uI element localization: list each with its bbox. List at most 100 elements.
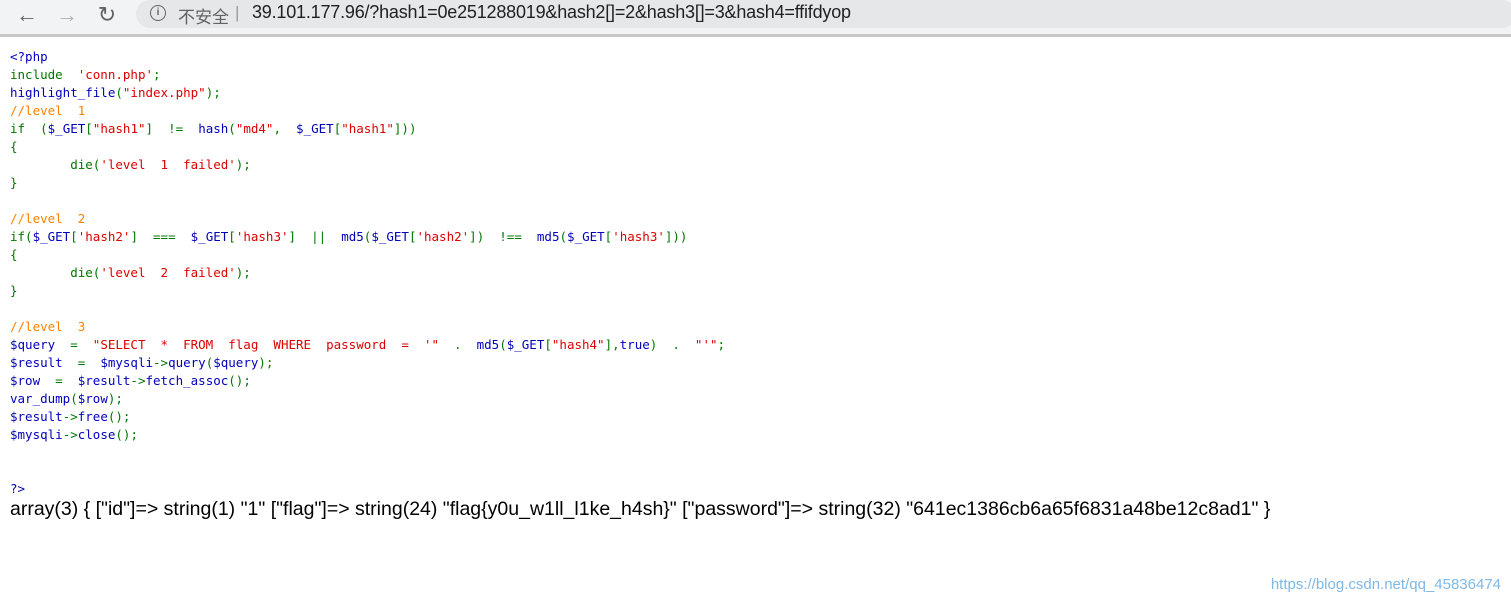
code-token-keyword: [ — [70, 229, 78, 244]
code-token-string: "hash1" — [92, 121, 146, 136]
code-token-keyword: include — [10, 67, 78, 82]
separator: | — [235, 3, 240, 22]
code-token-keyword: = — [70, 337, 93, 352]
code-token-html: free — [77, 409, 108, 424]
code-line: $row = $result->fetch_assoc(); — [10, 372, 725, 390]
code-token-string: 'hash3' — [235, 229, 289, 244]
code-token-html: $result — [77, 373, 131, 388]
code-token-keyword: ( — [115, 85, 123, 100]
code-token-keyword: ] === — [130, 229, 191, 244]
code-token-html: $mysqli — [10, 427, 63, 442]
code-line: ?> — [10, 480, 725, 498]
code-line: { — [10, 246, 725, 264]
code-token-comment: //level 3 — [10, 319, 86, 334]
address-bar[interactable]: i 不安全 | 39.101.177.96/?hash1=0e251288019… — [136, 0, 1511, 28]
code-token-keyword: if( — [10, 229, 33, 244]
code-token-html: $_GET — [32, 229, 71, 244]
code-token-string: 'hash3' — [612, 229, 665, 244]
code-token-keyword: ( — [559, 229, 568, 244]
code-token-string: "hash4" — [551, 337, 605, 352]
code-token-keyword: [ — [544, 337, 552, 352]
back-icon[interactable]: ← — [12, 2, 42, 28]
code-token-html: $result — [10, 355, 78, 370]
code-token-html: query — [168, 355, 206, 370]
code-token-html: var_dump — [10, 391, 71, 406]
code-token-string: "'" — [694, 337, 718, 352]
code-token-string: 'hash2' — [77, 229, 131, 244]
code-token-keyword: (); — [115, 427, 138, 442]
code-token-html: md5 — [476, 337, 500, 352]
code-line: $mysqli->close(); — [10, 426, 725, 444]
code-token-keyword: -> — [130, 373, 146, 388]
code-token-string: "index.php" — [122, 85, 206, 100]
code-line: //level 3 — [10, 318, 725, 336]
code-line: //level 1 — [10, 102, 725, 120]
code-line: if ($_GET["hash1"] != hash("md4", $_GET[… — [10, 120, 725, 138]
code-token-keyword: = — [55, 373, 78, 388]
code-token-keyword: ] != — [145, 121, 199, 136]
code-token-html: $_GET — [190, 229, 229, 244]
code-token-keyword: ; — [717, 337, 726, 352]
code-token-html: $_GET — [567, 229, 605, 244]
code-token-html: hash — [198, 121, 229, 136]
code-line: $result->free(); — [10, 408, 725, 426]
code-token-keyword: ] || — [288, 229, 342, 244]
code-token-keyword: ); — [235, 265, 251, 280]
code-line: var_dump($row); — [10, 390, 725, 408]
code-token-html: close — [77, 427, 116, 442]
code-token-comment: //level 1 — [10, 103, 86, 118]
forward-icon[interactable]: → — [52, 2, 82, 28]
url-text[interactable]: 39.101.177.96/?hash1=0e251288019&hash2[]… — [252, 2, 851, 23]
code-token-string: 'conn.php' — [77, 67, 153, 82]
code-token-keyword: (); — [107, 409, 131, 424]
code-token-keyword: = — [77, 355, 101, 370]
code-token-html: $row — [10, 373, 56, 388]
code-line: <?php — [10, 48, 725, 66]
code-token-keyword: ); — [258, 355, 274, 370]
code-token-keyword: ]) !== — [469, 229, 537, 244]
info-icon[interactable]: i — [150, 5, 166, 21]
code-token-html: $_GET — [506, 337, 545, 352]
code-token-keyword: [ — [85, 121, 93, 136]
code-token-keyword: ( — [228, 121, 236, 136]
code-token-keyword: ); — [107, 391, 123, 406]
code-token-keyword: ( — [499, 337, 507, 352]
code-token-html: $_GET — [296, 121, 334, 136]
code-token-comment: //level 2 — [10, 211, 86, 226]
php-source-code: <?php include 'conn.php'; highlight_file("… — [10, 48, 725, 498]
code-token-keyword: ])) — [664, 229, 688, 244]
code-token-keyword: [ — [228, 229, 236, 244]
security-label[interactable]: 不安全 — [178, 3, 229, 28]
code-line: die('level 1 failed'); — [10, 156, 725, 174]
watermark: https://blog.csdn.net/qq_45836474 — [1270, 576, 1501, 593]
code-line: die('level 2 failed'); — [10, 264, 725, 282]
code-token-keyword: ); — [205, 85, 221, 100]
code-token-html: $_GET — [47, 121, 86, 136]
code-token-keyword: die( — [10, 265, 101, 280]
code-line: $query = "SELECT * FROM flag WHERE passw… — [10, 336, 725, 354]
code-token-keyword: -> — [62, 409, 78, 424]
code-token-string: 'level 2 failed' — [100, 265, 236, 280]
code-token-html: $result — [10, 409, 63, 424]
code-token-string: 'level 1 failed' — [100, 157, 236, 172]
code-token-html: highlight_file — [10, 85, 116, 100]
code-token-html: md5 — [536, 229, 560, 244]
code-line: include 'conn.php'; — [10, 66, 725, 84]
code-token-keyword: , — [273, 121, 297, 136]
code-token-string: 'hash2' — [416, 229, 470, 244]
code-token-html: $row — [77, 391, 108, 406]
code-token-html: ?> — [10, 481, 26, 496]
code-token-html: true — [619, 337, 650, 352]
code-line: { — [10, 138, 725, 156]
code-token-string: "SELECT * FROM flag WHERE password = '" — [92, 337, 439, 352]
code-token-html: md5 — [341, 229, 364, 244]
code-token-keyword: -> — [62, 427, 78, 442]
code-token-keyword: { — [10, 139, 18, 154]
code-token-keyword: if ( — [10, 121, 48, 136]
code-token-keyword: ], — [604, 337, 620, 352]
code-line: if($_GET['hash2'] === $_GET['hash3'] || … — [10, 228, 725, 246]
reload-icon[interactable]: ↻ — [92, 2, 122, 28]
